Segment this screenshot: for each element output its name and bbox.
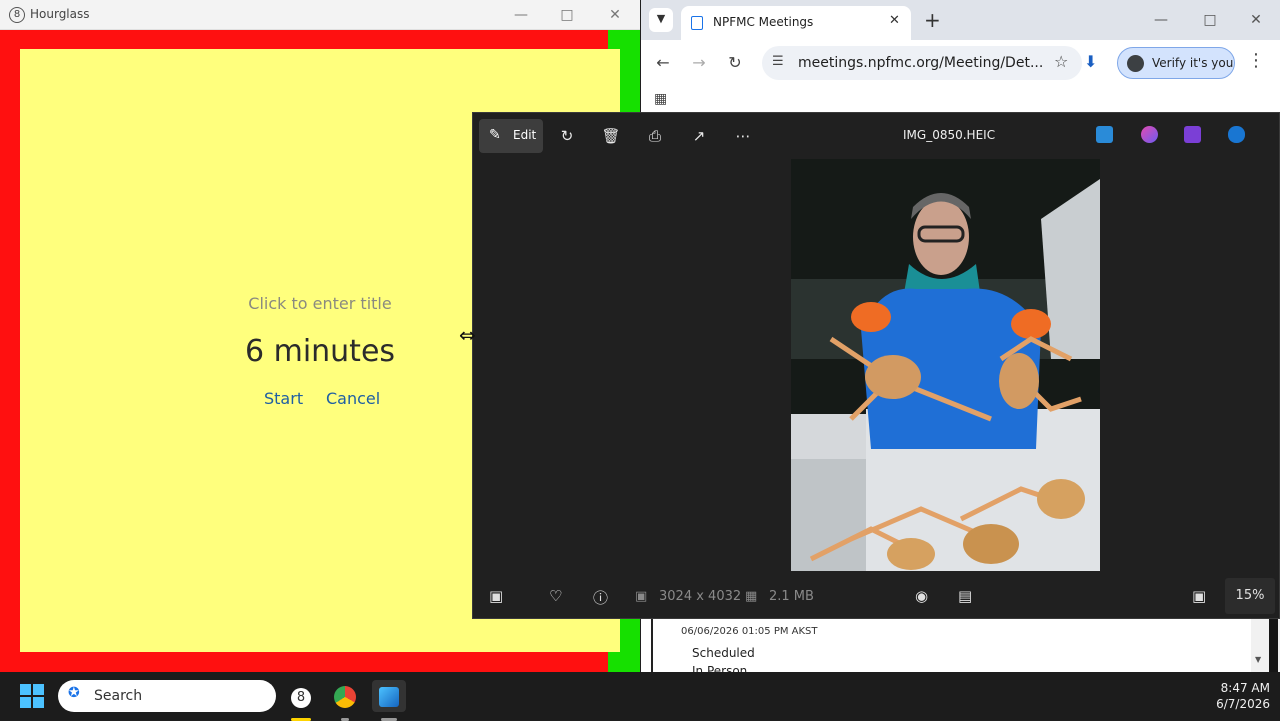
text-scan-icon[interactable]: ▤ [958, 587, 972, 605]
apps-grid-icon[interactable]: ▦ [654, 91, 667, 107]
resize-cursor-icon: ⇔ [459, 323, 476, 347]
tab-npfmc-meetings[interactable]: NPFMC Meetings ✕ [681, 6, 911, 40]
url-text[interactable]: meetings.npfmc.org/Meeting/Det... [798, 55, 1043, 71]
file-name: IMG_0850.HEIC [903, 128, 996, 142]
clock-date: 6/7/2026 [1216, 697, 1270, 711]
new-tab-button[interactable]: + [924, 8, 941, 32]
favorite-heart-icon[interactable]: ♡ [549, 587, 562, 605]
edit-label: Edit [513, 128, 537, 142]
tab-search-button[interactable]: ▼ [649, 8, 673, 32]
edit-image-icon: ✎ [489, 127, 501, 143]
search-label: Search [94, 688, 143, 704]
taskbar-chrome[interactable] [328, 680, 362, 721]
photo-image [791, 159, 1100, 571]
meeting-datetime: 06/06/2026 01:05 PM AKST [681, 626, 818, 637]
hourglass-icon: 8 [291, 688, 311, 708]
photo-info-bar: ▣ ♡ ⓘ ▣ 3024 x 4032 ▦ 2.1 MB ◉ ▤ ▣ 15% [473, 578, 1280, 618]
cancel-button[interactable]: Cancel [326, 389, 380, 408]
scroll-down-icon[interactable]: ▼ [1255, 655, 1261, 664]
maximize-button[interactable]: □ [1190, 6, 1230, 34]
taskbar-photos[interactable] [372, 680, 406, 721]
chrome-icon [334, 685, 356, 708]
dimensions-icon: ▣ [635, 589, 648, 604]
close-button[interactable]: ✕ [592, 0, 638, 30]
taskbar: ✪ Search 8 8:47 AM 6/7/2026 [0, 672, 1280, 721]
clock-time: 8:47 AM [1220, 681, 1270, 695]
fit-to-window-icon[interactable]: ▣ [1192, 587, 1206, 605]
meeting-mode: In Person [692, 664, 748, 672]
search-icon: ✪ [68, 685, 80, 701]
hourglass-titlebar[interactable]: 8 Hourglass — □ ✕ [0, 0, 640, 30]
start-button[interactable]: Start [264, 389, 303, 408]
visual-search-icon[interactable]: ◉ [915, 587, 928, 605]
tab-close-icon[interactable]: ✕ [889, 13, 900, 28]
forward-button[interactable]: → [688, 52, 710, 74]
tab-strip: ▼ NPFMC Meetings ✕ + — □ ✕ [641, 0, 1280, 40]
onedrive-icon[interactable] [1228, 126, 1245, 143]
file-size: 2.1 MB [769, 589, 814, 604]
hourglass-window-title: Hourglass [30, 7, 90, 21]
photo-editor-app-icon[interactable] [1096, 126, 1113, 143]
file-size-icon: ▦ [745, 589, 758, 604]
close-button[interactable]: ✕ [1236, 6, 1276, 34]
image-dimensions: 3024 x 4032 [659, 589, 742, 604]
hourglass-app-icon: 8 [9, 7, 25, 23]
taskbar-hourglass[interactable]: 8 [284, 680, 318, 721]
copilot-icon[interactable] [1141, 126, 1158, 143]
delete-icon[interactable]: 🗑 [598, 124, 624, 148]
maximize-button[interactable]: □ [544, 0, 590, 30]
address-bar[interactable]: ☰ meetings.npfmc.org/Meeting/Det... ☆ [762, 46, 1082, 80]
site-info-icon[interactable]: ☰ [772, 54, 784, 69]
print-icon[interactable]: ⎙ [642, 124, 668, 148]
rotate-icon[interactable]: ↻ [554, 124, 580, 148]
windows-start-icon[interactable] [20, 684, 44, 708]
bookmark-star-icon[interactable]: ☆ [1054, 52, 1068, 71]
share-icon[interactable]: ↗ [686, 124, 712, 148]
clipchamp-icon[interactable] [1184, 126, 1201, 143]
zoom-level[interactable]: 15% [1225, 578, 1275, 614]
meeting-status: Scheduled [692, 646, 755, 660]
chrome-menu-icon[interactable]: ⋮ [1247, 50, 1265, 71]
profile-avatar-icon [1127, 55, 1144, 72]
browser-toolbar: ← → ↻ ☰ meetings.npfmc.org/Meeting/Det..… [641, 40, 1280, 86]
minimize-button[interactable]: — [498, 0, 544, 30]
minimize-button[interactable]: — [1141, 6, 1181, 34]
verify-label: Verify it's you [1152, 56, 1234, 70]
system-clock[interactable]: 8:47 AM 6/7/2026 [1190, 680, 1270, 712]
reload-button[interactable]: ↻ [724, 52, 746, 74]
document-icon [691, 16, 703, 30]
filmstrip-icon[interactable]: ▣ [489, 587, 503, 605]
tab-title: NPFMC Meetings [713, 15, 814, 29]
bookmarks-bar: ▦ [641, 86, 1280, 112]
back-button[interactable]: ← [652, 52, 674, 74]
taskbar-search[interactable]: ✪ Search [58, 680, 276, 712]
edit-button[interactable]: ✎ Edit [479, 119, 543, 153]
photos-icon [379, 686, 399, 707]
verify-profile-button[interactable]: Verify it's you [1117, 47, 1235, 79]
photos-window: ✎ Edit ↻ 🗑 ⎙ ↗ ⋯ IMG_0850.HEIC ▣ ♡ ⓘ ▣ 3… [472, 112, 1280, 619]
photo-canvas[interactable] [791, 159, 1100, 571]
download-icon[interactable]: ⬇ [1084, 52, 1097, 71]
scrollbar-track[interactable] [1269, 618, 1278, 672]
more-options-icon[interactable]: ⋯ [730, 124, 756, 148]
info-icon[interactable]: ⓘ [593, 587, 608, 608]
